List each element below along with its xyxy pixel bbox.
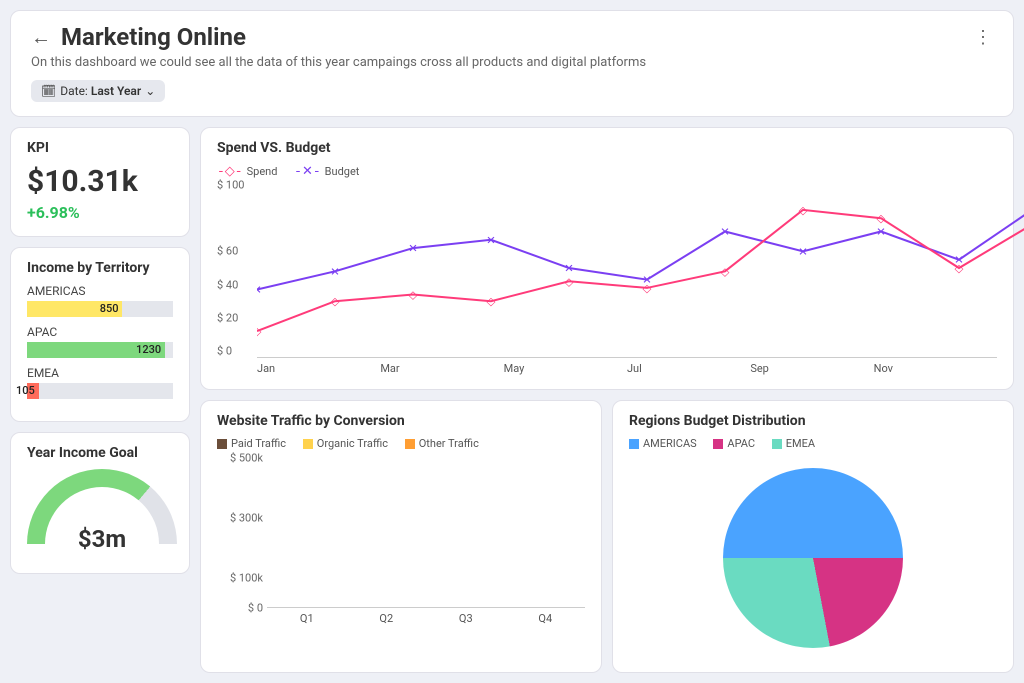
y-tick: $ 0 [217, 345, 232, 358]
x-tick: Jan [257, 358, 380, 375]
legend-spend: Spend [247, 165, 278, 178]
x-tick: Q1 [267, 608, 347, 625]
svg-text:◇: ◇ [721, 266, 730, 279]
chevron-down-icon: ⌄ [145, 84, 155, 98]
regions-title: Regions Budget Distribution [629, 413, 997, 429]
y-tick: $ 0 [248, 601, 263, 614]
svg-text:◇: ◇ [643, 282, 652, 295]
x-tick: Jul [627, 358, 750, 375]
x-tick: Q3 [426, 608, 506, 625]
territory-label: APAC [27, 325, 173, 339]
territory-bar: 105 [27, 383, 173, 399]
traffic-title: Website Traffic by Conversion [217, 413, 585, 429]
y-tick: $ 500k [230, 451, 263, 464]
y-tick: $ 60 [217, 245, 238, 258]
svg-text:✕: ✕ [876, 226, 886, 239]
kpi-delta: +6.98% [27, 203, 173, 222]
y-tick: $ 40 [217, 278, 238, 291]
date-filter-value: Last Year [91, 84, 141, 98]
traffic-legend: Paid Traffic Organic Traffic Other Traff… [217, 437, 585, 452]
income-territory-title: Income by Territory [27, 260, 173, 276]
regions-pie-chart [629, 458, 997, 658]
year-goal-value: $3m [27, 525, 177, 553]
territory-value: 1230 [136, 342, 161, 358]
gauge-chart: $3m [27, 469, 177, 559]
legend-apac: APAC [727, 437, 755, 450]
svg-text:✕: ✕ [798, 246, 808, 259]
regions-card: Regions Budget Distribution AMERICAS APA… [612, 400, 1014, 673]
territory-label: AMERICAS [27, 284, 173, 298]
legend-paid: Paid Traffic [231, 437, 286, 450]
svg-text:✕: ✕ [486, 234, 496, 247]
year-goal-card: Year Income Goal $3m [10, 432, 190, 574]
date-filter-chip[interactable]: 🗓 Date: Last Year ⌄ [31, 80, 165, 102]
income-territory-card: Income by Territory AMERICAS 850 APAC 1230 E… [10, 247, 190, 422]
more-menu-icon[interactable]: ⋮ [974, 27, 993, 48]
territory-value: 850 [100, 301, 119, 317]
traffic-card: Website Traffic by Conversion Paid Traff… [200, 400, 602, 673]
territory-row: APAC 1230 [27, 325, 173, 358]
svg-text:◇: ◇ [257, 325, 262, 338]
kpi-title: KPI [27, 140, 173, 156]
calendar-icon: 🗓 [41, 84, 56, 98]
territory-row: EMEA 105 [27, 366, 173, 399]
x-tick: Q4 [506, 608, 586, 625]
page-subtitle: On this dashboard we could see all the d… [31, 55, 993, 70]
spend-budget-legend: -◇-Spend -✕-Budget [217, 164, 997, 179]
y-tick: $ 100 [217, 179, 244, 192]
traffic-chart: $ 500k$ 300k$ 100k$ 0 Q1Q2Q3Q4 [217, 458, 585, 625]
spend-budget-chart: $ 0$ 20$ 40$ 60$ 100 ✕✕✕✕✕✕✕✕✕✕✕◇◇◇◇◇◇◇◇… [217, 185, 997, 375]
kpi-card: KPI $10.31k +6.98% [10, 127, 190, 237]
svg-text:◇: ◇ [409, 289, 418, 302]
y-tick: $ 20 [217, 311, 238, 324]
year-goal-title: Year Income Goal [27, 445, 173, 461]
legend-organic: Organic Traffic [317, 437, 388, 450]
y-tick: $ 100k [230, 571, 263, 584]
legend-emea: EMEA [786, 437, 815, 450]
legend-other: Other Traffic [419, 437, 479, 450]
svg-text:✕: ✕ [257, 284, 262, 297]
svg-text:✕: ✕ [408, 242, 418, 255]
date-filter-label: Date: [60, 84, 88, 98]
territory-bar: 850 [27, 301, 173, 317]
regions-legend: AMERICAS APAC EMEA [629, 437, 997, 452]
svg-text:◇: ◇ [487, 295, 496, 308]
x-tick: May [504, 358, 627, 375]
page-header: ← Marketing Online ⋮ On this dashboard w… [10, 10, 1014, 117]
territory-value: 105 [16, 383, 35, 399]
spend-budget-title: Spend VS. Budget [217, 140, 997, 156]
x-tick: Q2 [347, 608, 427, 625]
x-tick: Nov [874, 358, 997, 375]
svg-text:✕: ✕ [564, 262, 574, 275]
y-tick: $ 300k [230, 511, 263, 524]
legend-budget: Budget [325, 165, 360, 178]
back-arrow-icon[interactable]: ← [31, 25, 51, 50]
x-tick: Sep [750, 358, 873, 375]
svg-text:◇: ◇ [331, 295, 340, 308]
svg-text:◇: ◇ [799, 204, 808, 217]
svg-text:✕: ✕ [720, 226, 730, 239]
territory-row: AMERICAS 850 [27, 284, 173, 317]
svg-text:✕: ✕ [330, 266, 340, 279]
legend-americas: AMERICAS [643, 437, 697, 450]
kpi-value: $10.31k [27, 164, 173, 199]
territory-label: EMEA [27, 366, 173, 380]
territory-bar: 1230 [27, 342, 173, 358]
page-title: Marketing Online [61, 23, 246, 51]
spend-budget-card: Spend VS. Budget -◇-Spend -✕-Budget $ 0 $… [200, 127, 1014, 390]
svg-text:◇: ◇ [565, 276, 574, 289]
svg-text:◇: ◇ [877, 212, 886, 225]
svg-text:◇: ◇ [955, 262, 964, 275]
x-tick: Mar [380, 358, 503, 375]
